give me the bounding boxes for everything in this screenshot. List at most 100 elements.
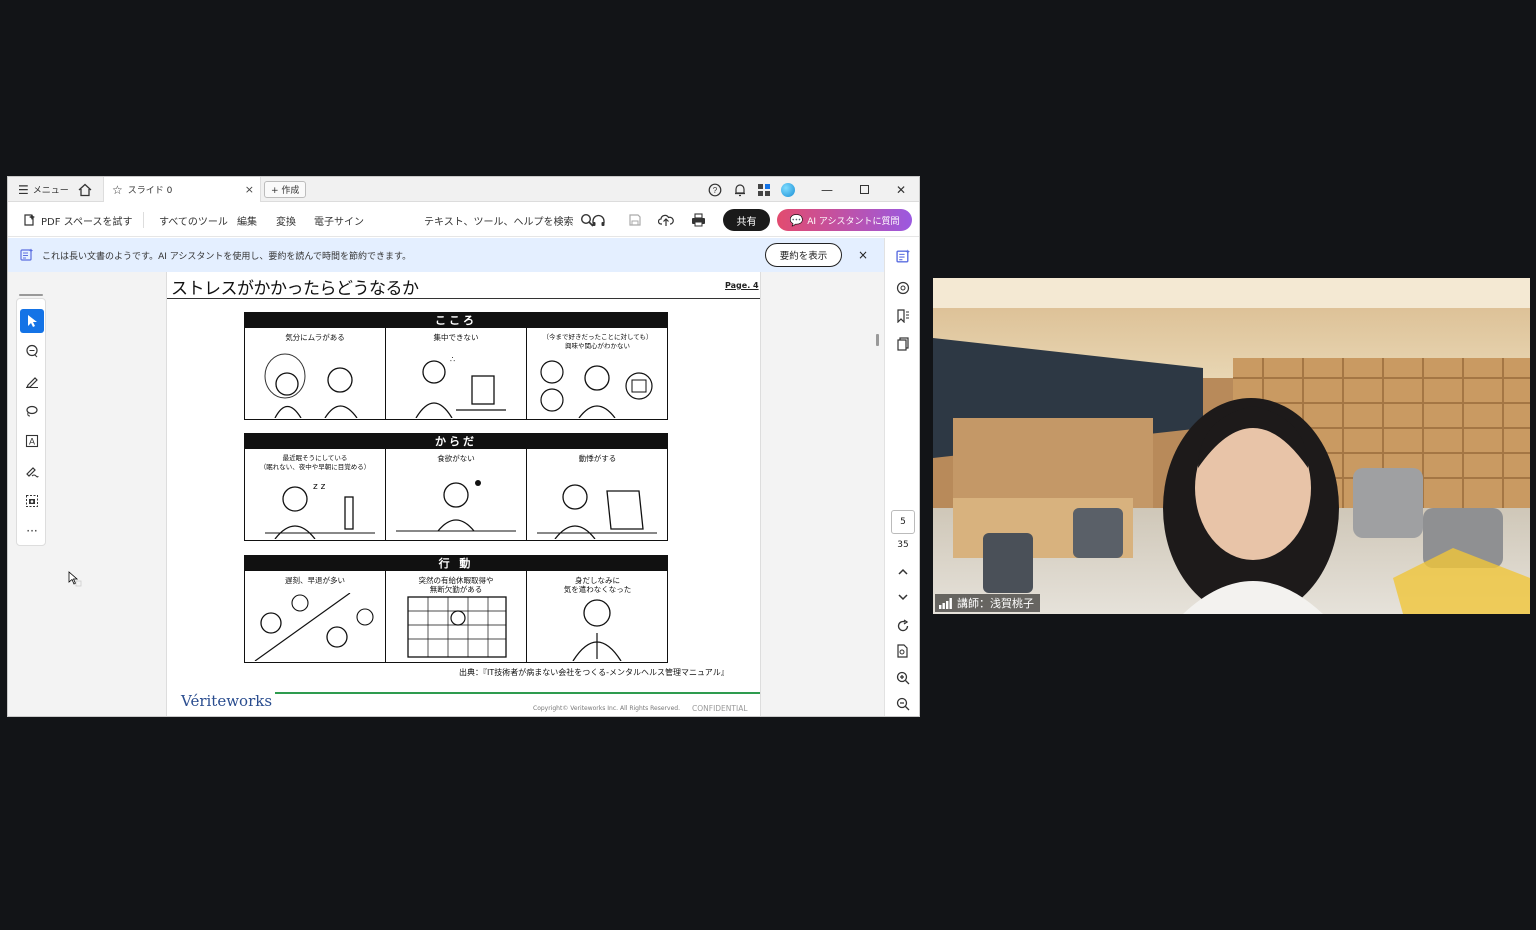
pages-panel-button[interactable]: [893, 334, 913, 354]
panel-heading: からだ: [245, 434, 667, 449]
minimize-icon: —: [821, 182, 833, 197]
more-tools-button[interactable]: ···: [20, 519, 44, 543]
illustration-cell: 気分にムラがある: [245, 328, 386, 419]
more-icon: ···: [26, 524, 38, 538]
highlight-tool[interactable]: [20, 369, 44, 393]
help-button[interactable]: ?: [708, 177, 722, 202]
stress-panel-behavior: 行 動 遅刻、早退が多い 突然の有給休暇取得や 無断欠勤がある 身だしなみに 気を遣…: [244, 555, 668, 663]
home-button[interactable]: [78, 177, 92, 202]
menu-button[interactable]: ☰ メニュー: [18, 177, 69, 202]
zoom-out-button[interactable]: [893, 694, 913, 714]
menu-label: メニュー: [32, 186, 69, 196]
share-button[interactable]: 共有: [723, 209, 770, 231]
ai-doc-icon: [895, 249, 910, 263]
rotate-button[interactable]: [893, 616, 913, 636]
total-pages-label: 35: [897, 540, 909, 550]
participant-video: 講師：浅賀桃子: [933, 278, 1530, 614]
draw-tool[interactable]: [20, 399, 44, 423]
scrollbar-thumb[interactable]: [876, 334, 879, 346]
edit-menu[interactable]: 編集: [237, 203, 257, 237]
illustration-cell: 動悸がする: [527, 449, 668, 540]
cell-caption: 最近眠そうにしている （眠れない、夜中や早朝に目覚める）: [259, 454, 371, 471]
text-tool[interactable]: A: [20, 429, 44, 453]
comment-icon: [896, 281, 910, 295]
minimize-button[interactable]: —: [809, 177, 845, 202]
lasso-icon: [26, 405, 38, 417]
snapshot-tool[interactable]: [20, 489, 44, 513]
drag-handle[interactable]: [19, 294, 43, 296]
banner-message: これは長い文書のようです。AI アシスタントを使用し、要約を読んで時間を節約でき…: [42, 251, 412, 262]
chevron-down-icon: [898, 594, 908, 601]
tab-slide[interactable]: ☆ スライド 0 ×: [103, 177, 261, 202]
cell-caption: （今まで好きだったことに対しても） 興味や関心がわかない: [542, 333, 653, 350]
veriteworks-logo: Vériteworks: [181, 692, 273, 710]
mouse-cursor-icon: [68, 571, 82, 587]
save-icon: [629, 214, 641, 226]
banner-close-button[interactable]: ×: [858, 238, 868, 272]
no-interest-illustration: [540, 360, 653, 418]
confidential-label: CONFIDENTIAL: [692, 704, 748, 713]
apps-button[interactable]: [757, 177, 771, 202]
cell-caption: 気分にムラがある: [285, 333, 345, 342]
source-citation: 出典：『IT技術者が病まない会社をつくる-メンタルヘルス管理マニュアル』: [459, 668, 729, 677]
notification-button[interactable]: [733, 177, 747, 202]
ai-assistant-panel-button[interactable]: [893, 246, 913, 266]
cell-caption: 食欲がない: [437, 454, 475, 463]
search-field[interactable]: テキスト、ツール、ヘルプを検索: [424, 203, 594, 237]
show-summary-button[interactable]: 要約を表示: [765, 243, 842, 267]
convert-menu[interactable]: 変換: [276, 203, 296, 237]
page-fit-button[interactable]: [893, 641, 913, 661]
window-close-button[interactable]: ✕: [883, 177, 919, 202]
footer-rule: [275, 692, 760, 694]
illustration-cell: 集中できない ∴: [386, 328, 527, 419]
palpitations-illustration: [537, 484, 657, 539]
zoom-in-icon: [896, 671, 910, 685]
maximize-button[interactable]: [846, 177, 882, 202]
all-tools-menu[interactable]: すべてのツール: [159, 203, 228, 237]
ai-suggestion-banner: これは長い文書のようです。AI アシスタントを使用し、要約を読んで時間を節約でき…: [8, 238, 884, 272]
pen-icon: [26, 377, 38, 388]
text-box-icon: A: [25, 434, 39, 448]
try-pdf-space-button[interactable]: PDF スペースを試す: [22, 203, 132, 237]
title-bar: ☰ メニュー ☆ スライド 0 × + 作成 ? — ✕: [8, 177, 919, 202]
comment-tool[interactable]: [20, 339, 44, 363]
svg-text:z z: z z: [313, 482, 326, 492]
sign-tool[interactable]: [20, 459, 44, 483]
try-pdf-space-label: PDF スペースを試す: [41, 216, 133, 228]
cell-caption: 遅刻、早退が多い: [285, 576, 345, 585]
upload-button[interactable]: [657, 211, 675, 229]
print-button[interactable]: [689, 211, 707, 229]
panel-heading: こころ: [245, 313, 667, 328]
close-icon[interactable]: ×: [245, 183, 254, 196]
ai-chat-icon: 💬: [789, 213, 804, 227]
read-aloud-button[interactable]: [589, 211, 607, 229]
cell-caption: 突然の有給休暇取得や 無断欠勤がある: [418, 576, 494, 594]
svg-text:∴: ∴: [450, 355, 455, 364]
zoom-in-button[interactable]: [893, 668, 913, 688]
comments-panel-button[interactable]: [893, 278, 913, 298]
cloud-upload-icon: [658, 214, 674, 226]
cell-caption: 身だしなみに 気を遣わなくなった: [563, 576, 632, 594]
cell-caption: 集中できない: [433, 333, 479, 342]
speaker-name: 講師：浅賀桃子: [957, 597, 1034, 610]
home-icon: [78, 183, 92, 196]
divider: [143, 212, 144, 228]
new-tab-button[interactable]: + 作成: [264, 181, 307, 198]
bookmarks-panel-button[interactable]: [893, 306, 913, 326]
star-icon[interactable]: ☆: [112, 183, 123, 197]
bell-icon: [735, 183, 745, 196]
close-icon: ✕: [895, 182, 907, 197]
illustration-cell: 食欲がない: [386, 449, 527, 540]
select-tool[interactable]: [20, 309, 44, 333]
save-button[interactable]: [626, 211, 644, 229]
esign-menu[interactable]: 電子サイン: [314, 203, 364, 237]
page-search-icon: [897, 644, 908, 658]
copy-pages-icon: [897, 337, 909, 351]
previous-page-button[interactable]: [893, 562, 913, 582]
panel-heading: 行 動: [245, 556, 667, 571]
current-page-input[interactable]: 5: [891, 510, 915, 534]
profile-avatar[interactable]: [781, 177, 795, 202]
rotate-icon: [897, 619, 909, 632]
ai-assistant-button[interactable]: 💬 AI アシスタントに質問: [777, 209, 912, 231]
next-page-button[interactable]: [893, 587, 913, 607]
